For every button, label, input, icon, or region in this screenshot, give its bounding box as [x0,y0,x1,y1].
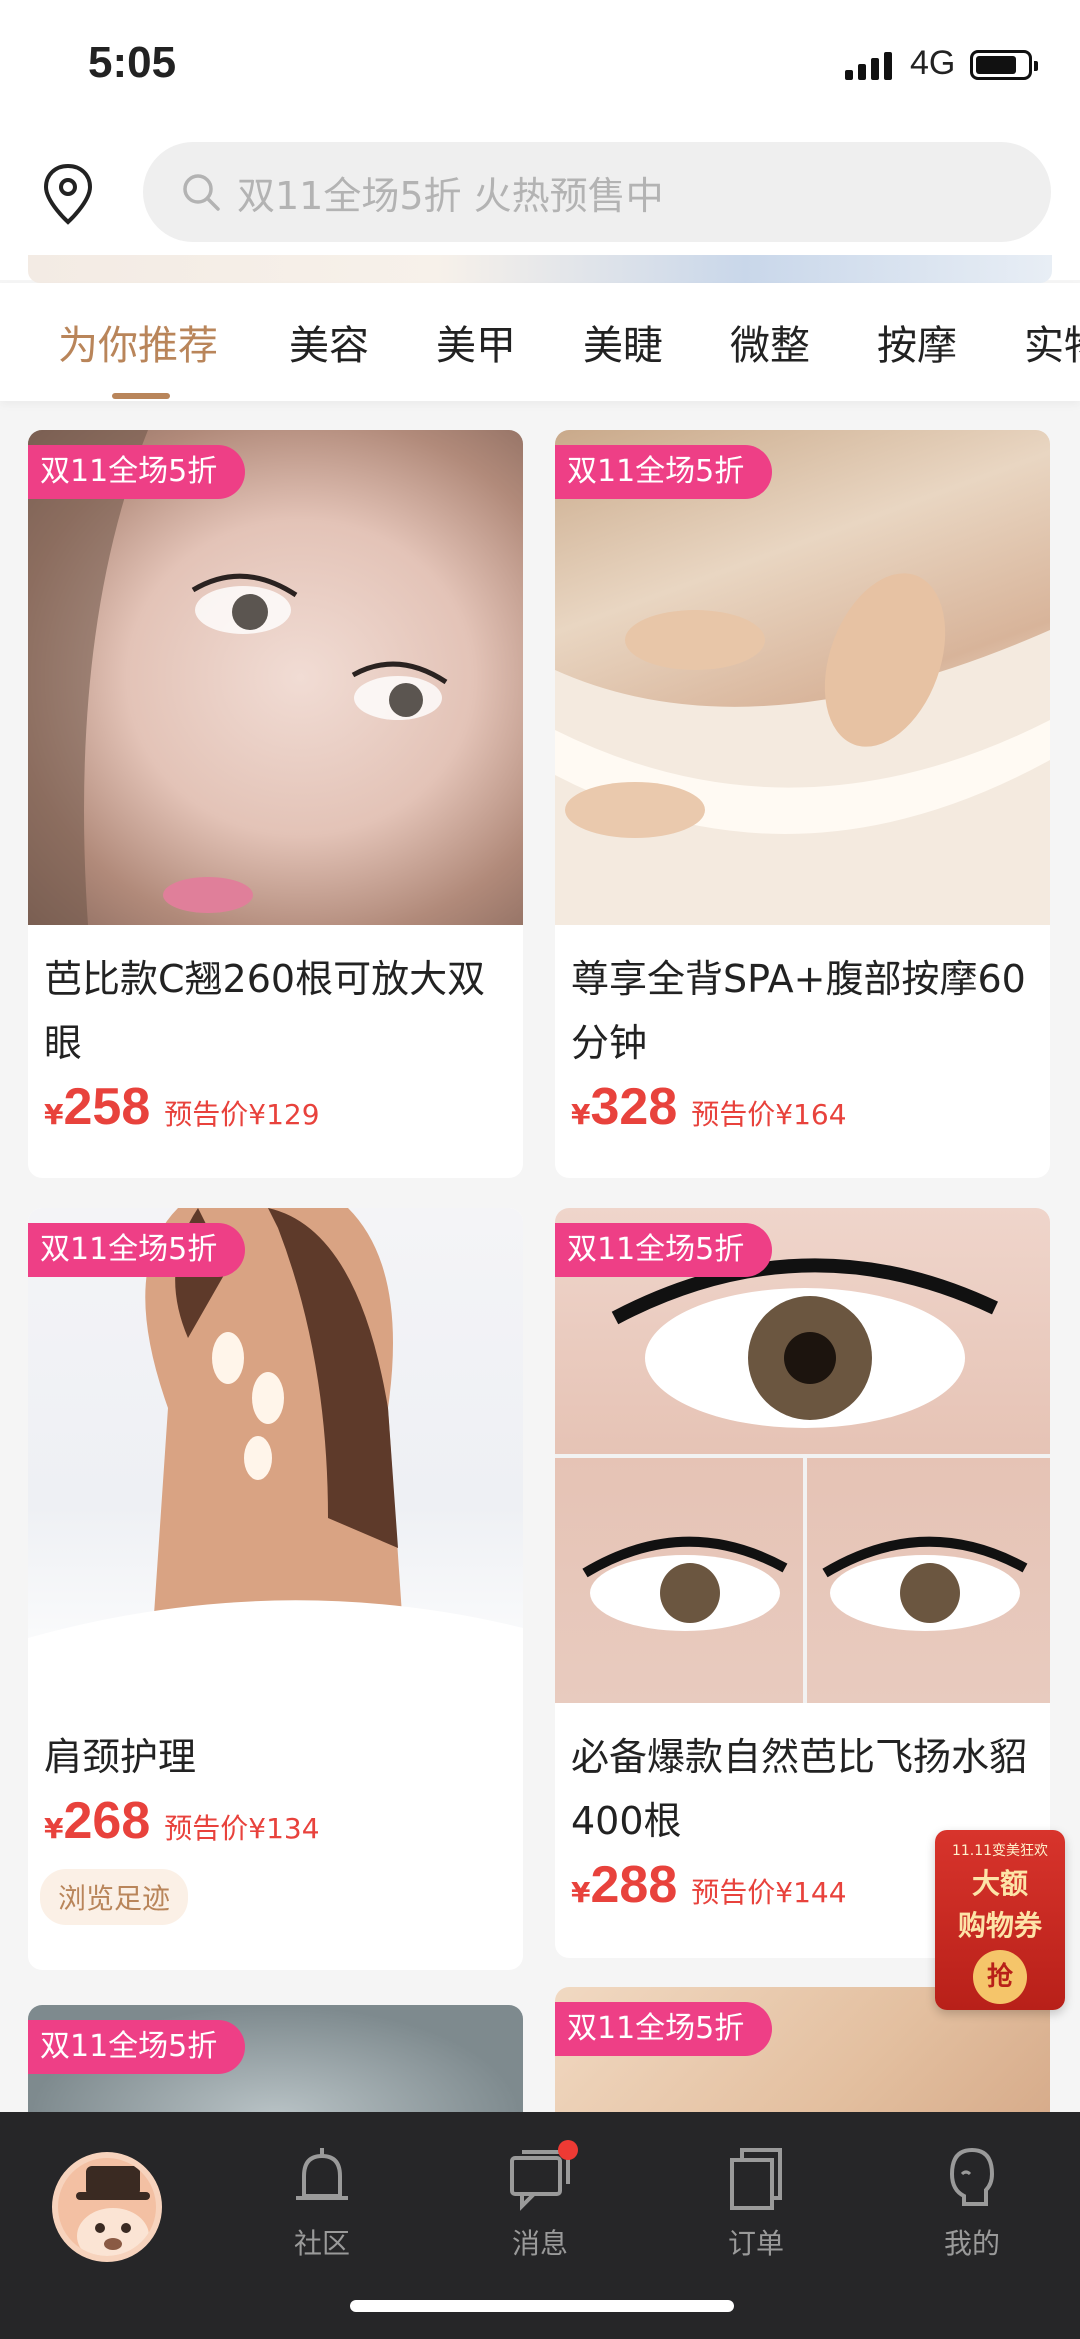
product-image[interactable]: 双11全场5折 [28,430,523,925]
banner-image[interactable] [28,255,1052,283]
massage-illustration [555,573,1050,925]
location-pin-icon[interactable] [40,162,96,226]
status-bar: 5:05 4G [0,0,1080,130]
app-screen: 5:05 4G 双11全场5折 火热预售中 为你推荐 美容 美甲 美睫 微整 按… [0,0,1080,2339]
product-card[interactable]: 双11全场5折 芭比款C翘260根可放大双眼 ¥ 258 预告价¥129 [28,430,523,1178]
status-time: 5:05 [88,38,177,87]
tab-beauty[interactable]: 美容 [289,313,369,371]
nav-label: 订单 [727,2227,784,2260]
presale-price: 预告价¥144 [691,1876,847,1909]
promo-badge: 双11全场5折 [555,445,773,499]
battery-icon [970,50,1038,80]
mascot-face [76,2166,150,2256]
nav-community[interactable]: 社区 [262,2144,382,2262]
product-card[interactable]: 双11全场5折 尊享全背SPA+腹部按摩60分钟 ¥ 328 预告价¥164 [555,430,1050,1178]
nav-messages[interactable]: 消息 [480,2140,600,2262]
presale-price: 预告价¥129 [164,1098,320,1131]
order-icon [730,2148,782,2210]
profile-icon [949,2147,995,2206]
product-price: 328 [590,1078,678,1136]
promo-badge: 双11全场5折 [555,1223,773,1277]
tab-recommended[interactable]: 为你推荐 [58,313,218,371]
price-row: ¥ 268 预告价¥134 [28,1789,523,1851]
eyelash-illustration [555,1258,1050,1703]
network-label: 4G [910,44,956,82]
product-title[interactable]: 肩颈护理 [28,1703,523,1789]
back-illustration [28,1208,523,1703]
price-row: ¥ 258 预告价¥129 [28,1075,523,1137]
face-illustration [28,430,448,925]
promo-badge: 双11全场5折 [28,1223,246,1277]
product-image[interactable]: 双11全场5折 [28,1208,523,1703]
tab-micro-surgery[interactable]: 微整 [730,313,810,371]
home-indicator[interactable] [350,2300,734,2312]
unread-dot [558,2140,578,2160]
product-title[interactable]: 芭比款C翘260根可放大双眼 [28,925,523,1075]
nav-orders[interactable]: 订单 [696,2144,816,2262]
tab-lashes[interactable]: 美睫 [583,313,663,371]
product-image[interactable]: 双11全场5折 [555,430,1050,925]
currency-symbol: ¥ [571,1098,591,1131]
tab-massage[interactable]: 按摩 [877,313,957,371]
active-tab-indicator [112,393,170,399]
mascot-avatar-icon[interactable] [52,2152,162,2262]
coupon-caption: 11.11变美狂欢 [951,1843,1049,1859]
promo-badge: 双11全场5折 [28,445,246,499]
currency-symbol: ¥ [44,1812,64,1845]
browse-history-tag[interactable]: 浏览足迹 [40,1869,189,1925]
nav-profile[interactable]: 我的 [912,2144,1032,2262]
nav-label: 我的 [943,2227,1000,2260]
search-input[interactable]: 双11全场5折 火热预售中 [143,142,1051,242]
coupon-line2: 购物券 [957,1909,1042,1942]
coupon-grab-button[interactable]: 抢 [973,1950,1027,2004]
product-card[interactable]: 双11全场5折 肩颈护理 ¥ 268 预告价¥134 浏览足迹 [28,1208,523,1970]
promo-badge: 双11全场5折 [555,2002,773,2056]
nav-label: 社区 [293,2227,350,2260]
currency-symbol: ¥ [44,1098,64,1131]
category-tabs: 为你推荐 美容 美甲 美睫 微整 按摩 实物 [0,283,1080,401]
price-row: ¥ 328 预告价¥164 [555,1075,1050,1137]
product-title[interactable]: 尊享全背SPA+腹部按摩60分钟 [555,925,1050,1075]
search-icon [183,174,220,211]
currency-symbol: ¥ [571,1876,591,1909]
signal-icon [845,50,892,80]
product-price: 258 [63,1078,151,1136]
nav-label: 消息 [511,2227,568,2260]
product-price: 268 [63,1792,151,1850]
coupon-float-button[interactable]: 11.11变美狂欢 大额 购物券 抢 [935,1830,1065,2010]
coupon-line1: 大额 [971,1867,1028,1900]
promo-badge: 双11全场5折 [28,2020,246,2074]
presale-price: 预告价¥164 [691,1098,847,1131]
tab-nails[interactable]: 美甲 [436,313,516,371]
search-placeholder: 双11全场5折 火热预售中 [237,173,664,218]
search-header: 双11全场5折 火热预售中 [0,130,1080,283]
tab-goods[interactable]: 实物 [1024,313,1080,371]
presale-price: 预告价¥134 [164,1812,320,1845]
bell-icon [296,2148,348,2200]
product-price: 288 [590,1856,678,1914]
product-image[interactable]: 双11全场5折 [555,1208,1050,1703]
